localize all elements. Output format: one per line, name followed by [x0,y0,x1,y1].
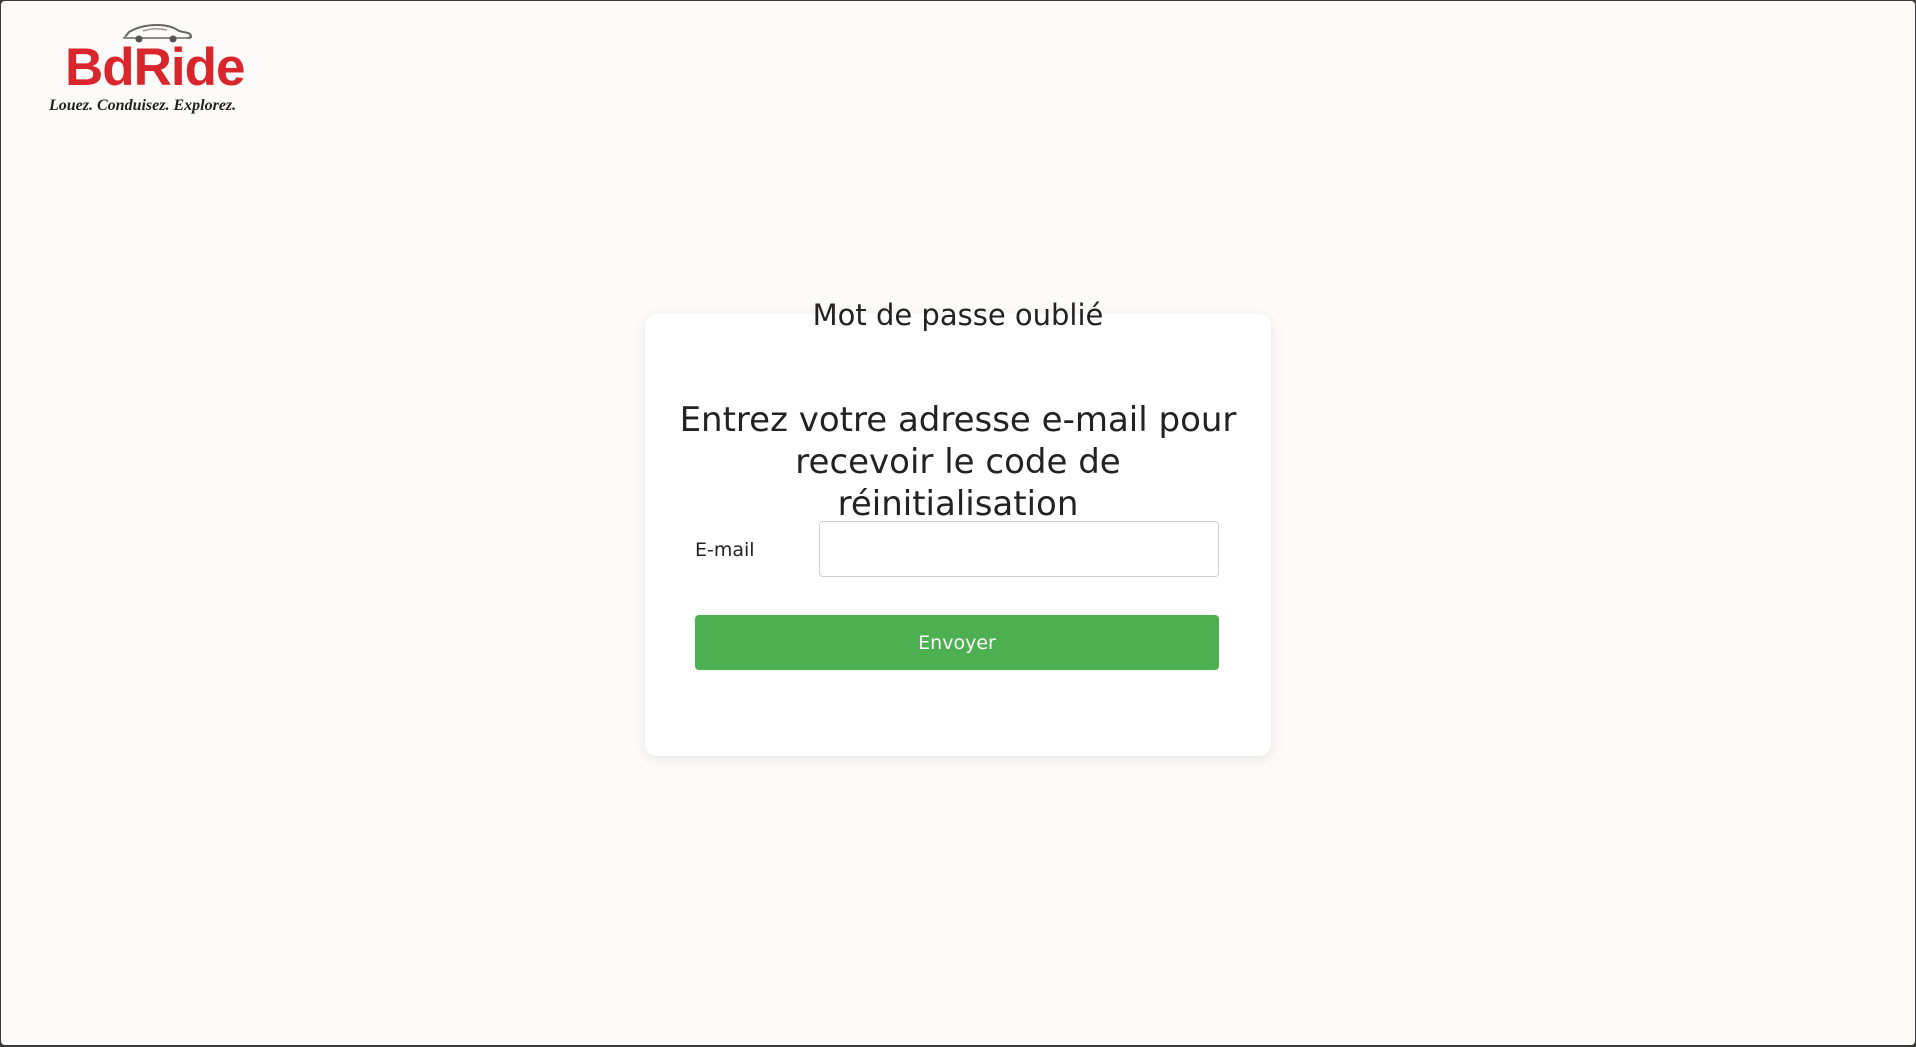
brand-logo[interactable]: BdRide Louez. Conduisez. Explorez. [47,21,277,121]
brand-name: BdRide [65,38,245,97]
page: BdRide Louez. Conduisez. Explorez. Mot d… [1,1,1915,1045]
email-input[interactable] [819,521,1219,577]
page-title: Mot de passe oublié [812,298,1104,332]
send-button[interactable]: Envoyer [695,615,1219,670]
email-label: E-mail [695,539,755,561]
forgot-password-card: Entrez votre adresse e-mail pour recevoi… [645,314,1271,756]
instruction-text: Entrez votre adresse e-mail pour recevoi… [679,400,1237,524]
brand-tagline: Louez. Conduisez. Explorez. [49,97,237,114]
